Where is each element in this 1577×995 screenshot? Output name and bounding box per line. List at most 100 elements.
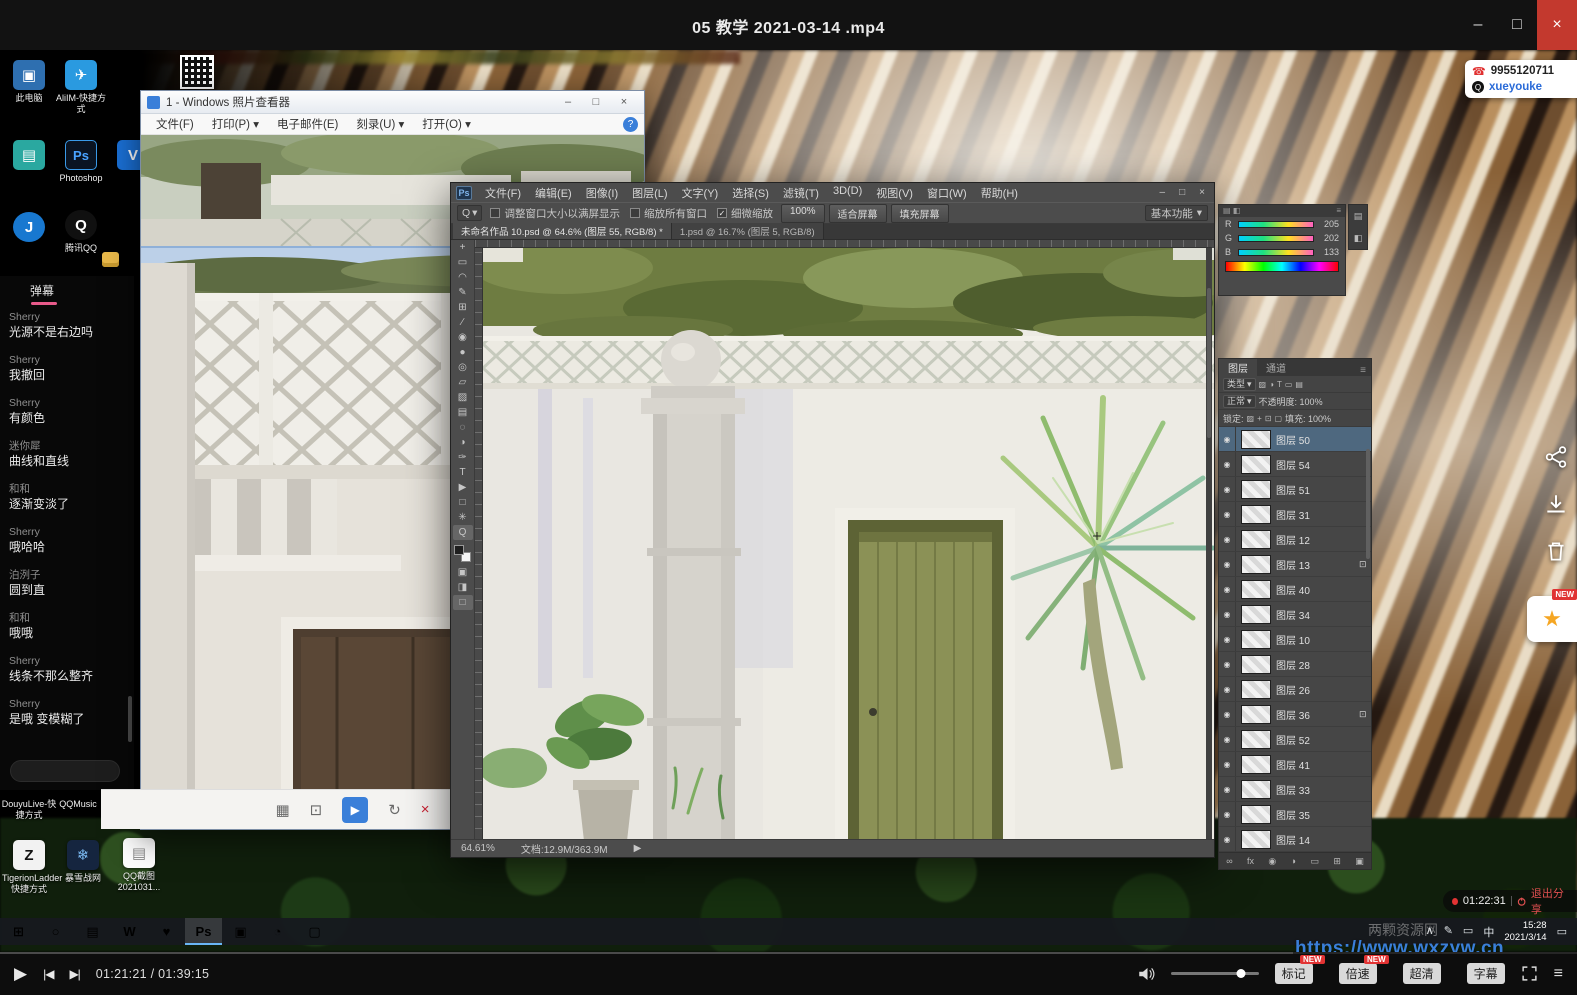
slideshow-icon[interactable]: ▶ [342, 796, 369, 823]
layer-name[interactable]: 图层 36 [1276, 707, 1359, 722]
playlist-icon[interactable]: ≡ [1554, 965, 1563, 983]
zoom-action-button[interactable]: 适合屏幕 [828, 203, 887, 223]
player-feature-button[interactable]: 标记 NEW [1274, 955, 1325, 984]
layers-footer-icon[interactable]: ∞ [1226, 856, 1232, 866]
menu-item[interactable]: 电子邮件(E) [268, 116, 347, 132]
tool-icon[interactable]: ▶ [453, 480, 473, 495]
layer-row[interactable]: ◉ 图层 33 [1219, 777, 1371, 802]
lock-option-icon[interactable]: + [1257, 414, 1262, 423]
layer-visibility-eye-icon[interactable]: ◉ [1219, 577, 1236, 601]
layer-row[interactable]: ◉ 图层 35 [1219, 802, 1371, 827]
tool-icon[interactable]: ◎ [453, 360, 473, 375]
desktop-icon-computer[interactable]: ▣ 此电脑 [2, 60, 56, 104]
layer-name[interactable]: 图层 14 [1276, 832, 1359, 847]
layer-name[interactable]: 图层 52 [1276, 732, 1359, 747]
layer-thumbnail[interactable] [1241, 754, 1271, 774]
menu-item[interactable]: 刻录(U) ▾ [347, 116, 413, 132]
photoshop-titlebar[interactable]: Ps 文件(F) 编辑(E) 图像(I) 图层(L) 文字(Y) 选择(S) 滤镜(T) 3D… [451, 183, 1214, 202]
document-tab[interactable]: 未命名作品 10.psd @ 64.6% (图层 55, RGB/8) * [453, 223, 672, 239]
layer-thumbnail[interactable] [1241, 554, 1271, 574]
filter-icon[interactable]: ◑ [1269, 380, 1274, 389]
volume-slider[interactable] [1170, 969, 1259, 978]
layer-thumbnail[interactable] [1241, 679, 1271, 699]
layers-footer-icon[interactable]: ◉ [1268, 856, 1276, 867]
desktop-icon-screenshot[interactable]: ▤ QQ截图2021031... [112, 838, 166, 893]
maximize-button[interactable]: □ [1498, 0, 1536, 50]
layers-footer-icon[interactable]: ◑ [1291, 856, 1296, 866]
tool-icon[interactable]: ▨ [453, 390, 473, 405]
zoom-action-button[interactable]: 填充屏幕 [890, 203, 949, 223]
layer-name[interactable]: 图层 10 [1276, 632, 1359, 647]
tool-icon[interactable]: ✎ [453, 285, 473, 300]
layer-name[interactable]: 图层 35 [1276, 807, 1359, 822]
channel-slider[interactable] [1238, 220, 1314, 228]
menu-item[interactable]: 3D(D) [826, 185, 869, 201]
player-feature-button[interactable]: 超清 [1402, 963, 1441, 984]
download-icon[interactable] [1543, 492, 1569, 518]
fullscreen-icon[interactable] [1521, 965, 1538, 982]
volume-icon[interactable] [1137, 966, 1155, 982]
layer-visibility-eye-icon[interactable]: ◉ [1219, 477, 1236, 501]
layer-thumbnail[interactable] [1241, 729, 1271, 749]
desktop-icon-ladder[interactable]: Z TigerionLadder快捷方式 [2, 840, 62, 895]
layer-row[interactable]: ◉ 图层 31 [1219, 502, 1371, 527]
delete-icon[interactable]: × [421, 801, 430, 818]
rotate-icon[interactable]: ↻ [388, 801, 401, 819]
exit-share-button[interactable]: 退出分享 [1531, 885, 1568, 917]
tool-icon[interactable]: ◉ [453, 330, 473, 345]
layers-footer-icon[interactable]: ▣ [1355, 856, 1364, 867]
layer-visibility-eye-icon[interactable]: ◉ [1219, 527, 1236, 551]
menu-item[interactable]: 文件(F) [478, 185, 528, 201]
layer-row[interactable]: ◉ 图层 52 [1219, 727, 1371, 752]
layer-name[interactable]: 图层 40 [1276, 582, 1359, 597]
zoom-tool-preset[interactable]: Q ▾ [457, 205, 483, 221]
checkbox[interactable]: ✓ [716, 208, 727, 218]
layer-row[interactable]: ◉ 图层 54 [1219, 452, 1371, 477]
layers-footer-icon[interactable]: fx [1247, 856, 1254, 866]
layer-row[interactable]: ◉ 图层 13 ⊡ [1219, 552, 1371, 577]
layer-row[interactable]: ◉ 图层 28 [1219, 652, 1371, 677]
menu-item[interactable]: 打印(P) ▾ [203, 116, 268, 132]
tool-icon[interactable]: □ [453, 495, 473, 510]
tool-mode-icon[interactable]: ▣ [453, 565, 473, 580]
panel-menu-icon[interactable]: ≡ [1360, 365, 1371, 376]
player-feature-button[interactable]: 倍速 NEW [1338, 955, 1389, 984]
layer-thumbnail[interactable] [1241, 529, 1271, 549]
layer-row[interactable]: ◉ 图层 50 [1219, 427, 1371, 452]
desktop-icon-douyu[interactable]: DouyuLive-快捷方式 [0, 796, 58, 821]
opacity-control[interactable]: 不透明度: 100% [1259, 395, 1323, 408]
layer-visibility-eye-icon[interactable]: ◉ [1219, 652, 1236, 676]
fit-to-window-icon[interactable]: ⊡ [310, 801, 323, 819]
layer-thumbnail[interactable] [1241, 429, 1271, 449]
layer-name[interactable]: 图层 54 [1276, 457, 1359, 472]
layer-name[interactable]: 图层 12 [1276, 532, 1359, 547]
taskbar-app-icon[interactable]: ▤ [74, 918, 111, 945]
tab-channels[interactable]: 通道 [1257, 359, 1295, 376]
desktop-icon-photoshop[interactable]: Ps Photoshop [54, 140, 108, 184]
layer-visibility-eye-icon[interactable]: ◉ [1219, 502, 1236, 526]
layer-visibility-eye-icon[interactable]: ◉ [1219, 752, 1236, 776]
layer-name[interactable]: 图层 34 [1276, 607, 1359, 622]
layers-list[interactable]: ◉ 图层 50 ◉ 图层 54 ◉ 图层 51 ◉ 图层 31 ◉ 图层 12 … [1219, 427, 1371, 852]
star-icon[interactable]: ★ [1542, 606, 1562, 632]
layer-name[interactable]: 图层 33 [1276, 782, 1359, 797]
menu-item[interactable]: 图像(I) [579, 185, 625, 201]
panel-dock-icon[interactable]: ▤ [1354, 211, 1363, 222]
desktop-icon-meeting[interactable]: J [2, 212, 56, 245]
layers-scrollbar[interactable] [1366, 449, 1370, 559]
tool-mode-icon[interactable]: □ [452, 595, 473, 610]
favorite-panel[interactable]: ★ NEW [1527, 589, 1577, 642]
layer-row[interactable]: ◉ 图层 41 [1219, 752, 1371, 777]
notification-center-icon[interactable]: ▭ [1557, 925, 1567, 938]
layer-thumbnail[interactable] [1241, 504, 1271, 524]
panel-menu-icon[interactable]: ≡ [1336, 205, 1341, 217]
layer-visibility-eye-icon[interactable]: ◉ [1219, 802, 1236, 826]
menu-item[interactable]: 窗口(W) [920, 185, 974, 201]
checkbox[interactable] [629, 208, 640, 218]
layer-row[interactable]: ◉ 图层 40 [1219, 577, 1371, 602]
option-checkbox[interactable]: 缩放所有窗口 [629, 206, 707, 221]
layer-name[interactable]: 图层 26 [1276, 682, 1359, 697]
layer-row[interactable]: ◉ 图层 10 [1219, 627, 1371, 652]
desktop-icon-qq[interactable]: Q 腾讯QQ [54, 210, 108, 254]
tool-icon[interactable]: T [453, 465, 473, 480]
